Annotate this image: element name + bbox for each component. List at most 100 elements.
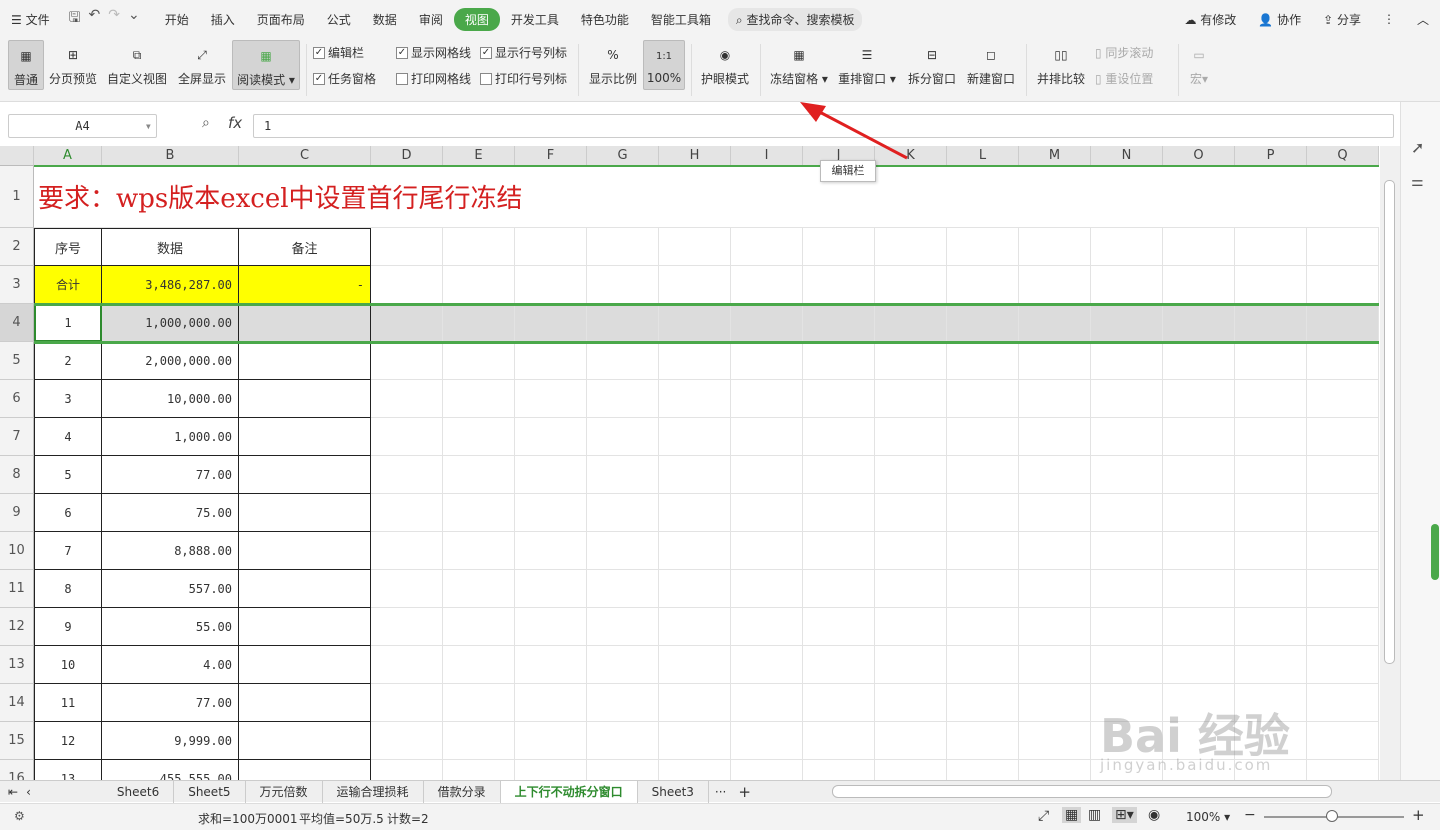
data-value-cell[interactable]: 8,888.00 [102, 532, 239, 570]
cell[interactable] [371, 304, 443, 342]
fullscreen-toggle-icon[interactable]: ⤢ [1038, 808, 1049, 824]
cell[interactable] [659, 266, 731, 304]
cell[interactable] [659, 760, 731, 780]
note-cell[interactable] [239, 418, 371, 456]
search-box[interactable]: ⌕ 查找命令、搜索模板 [727, 7, 863, 31]
cell[interactable] [515, 228, 587, 266]
new-window-button[interactable]: ◻ 新建窗口 [965, 40, 1017, 87]
data-value-cell[interactable]: 4.00 [102, 646, 239, 684]
cell[interactable] [1163, 380, 1235, 418]
cell[interactable] [1091, 570, 1163, 608]
column-header[interactable]: E [443, 146, 515, 166]
cell[interactable] [947, 418, 1019, 456]
cell[interactable] [587, 532, 659, 570]
cell[interactable] [803, 228, 875, 266]
column-header[interactable]: A [34, 146, 102, 166]
cell[interactable] [443, 380, 515, 418]
cell[interactable] [731, 456, 803, 494]
cell[interactable] [1307, 722, 1379, 760]
cell[interactable] [1019, 342, 1091, 380]
column-header[interactable]: H [659, 146, 731, 166]
cell[interactable] [1091, 760, 1163, 780]
cell[interactable] [1019, 228, 1091, 266]
dropdown-icon[interactable]: ⌄ [128, 7, 140, 31]
cell[interactable] [1091, 342, 1163, 380]
cell[interactable] [731, 684, 803, 722]
column-header[interactable]: P [1235, 146, 1307, 166]
cell[interactable] [659, 646, 731, 684]
cell[interactable] [875, 456, 947, 494]
cell[interactable] [371, 722, 443, 760]
cell[interactable] [947, 494, 1019, 532]
cell[interactable] [659, 380, 731, 418]
data-value-cell[interactable]: 77.00 [102, 684, 239, 722]
cell[interactable] [1019, 570, 1091, 608]
cell[interactable] [443, 342, 515, 380]
cell[interactable] [587, 760, 659, 780]
cell[interactable] [947, 342, 1019, 380]
fx-button[interactable]: fx [228, 114, 242, 132]
row-header[interactable]: 9 [0, 494, 34, 532]
task-pane-checkbox[interactable]: ✓ 任务窗格 [313, 70, 376, 87]
cell[interactable] [1307, 418, 1379, 456]
row-number-cell[interactable]: 11 [34, 684, 102, 722]
zoom-out-button[interactable]: − [1244, 807, 1256, 823]
cell[interactable] [587, 266, 659, 304]
cell[interactable] [875, 760, 947, 780]
note-cell[interactable] [239, 722, 371, 760]
note-cell[interactable] [239, 494, 371, 532]
cell[interactable] [1307, 342, 1379, 380]
column-header[interactable]: D [371, 146, 443, 166]
sheet-tab[interactable]: 上下行不动拆分窗口 [500, 780, 638, 803]
macro-button[interactable]: ▭ 宏▾ [1184, 40, 1214, 87]
first-sheet-icon[interactable]: ⇤ [0, 781, 26, 803]
sheet-tab[interactable]: 万元倍数 [246, 780, 323, 803]
total-cell[interactable]: - [239, 266, 371, 304]
more-tabs-icon[interactable]: ··· [709, 781, 732, 803]
cell[interactable] [371, 532, 443, 570]
cell[interactable] [1091, 608, 1163, 646]
menu-tab-4[interactable]: 公式 [316, 11, 362, 28]
row-number-cell[interactable]: 13 [34, 760, 102, 780]
menu-tab-10[interactable]: 智能工具箱 [640, 11, 722, 28]
cell[interactable] [875, 266, 947, 304]
cell[interactable] [1163, 228, 1235, 266]
cell[interactable] [587, 418, 659, 456]
cell[interactable] [731, 266, 803, 304]
zoom-in-button[interactable]: + [1412, 806, 1425, 824]
cell[interactable] [1019, 646, 1091, 684]
select-all-corner[interactable] [0, 146, 34, 166]
cell[interactable] [1235, 646, 1307, 684]
row-header[interactable]: 16 [0, 760, 34, 780]
cell[interactable] [443, 456, 515, 494]
cell[interactable] [1235, 456, 1307, 494]
pointer-icon[interactable]: ➚ [1411, 138, 1424, 157]
cell[interactable] [1307, 304, 1379, 342]
cell[interactable] [947, 266, 1019, 304]
total-cell[interactable]: 合计 [34, 266, 102, 304]
cell[interactable] [1019, 418, 1091, 456]
row-header[interactable]: 8 [0, 456, 34, 494]
cell[interactable] [803, 456, 875, 494]
cell[interactable] [1019, 684, 1091, 722]
cell[interactable] [443, 760, 515, 780]
column-header[interactable]: L [947, 146, 1019, 166]
cell[interactable] [947, 684, 1019, 722]
menu-tab-8[interactable]: 开发工具 [500, 11, 570, 28]
cell[interactable] [1019, 760, 1091, 780]
cell[interactable] [515, 418, 587, 456]
row-number-cell[interactable]: 7 [34, 532, 102, 570]
add-sheet-icon[interactable]: + [732, 781, 757, 803]
row-number-cell[interactable]: 9 [34, 608, 102, 646]
note-cell[interactable] [239, 760, 371, 780]
column-header[interactable]: C [239, 146, 371, 166]
cell[interactable] [1307, 570, 1379, 608]
cell[interactable] [1235, 418, 1307, 456]
cell[interactable] [803, 494, 875, 532]
cell[interactable] [443, 304, 515, 342]
freeze-panes-button[interactable]: ▦ 冻结窗格 ▾ [768, 40, 830, 87]
cell[interactable] [659, 494, 731, 532]
sheet-tab[interactable]: Sheet5 [174, 780, 246, 803]
spreadsheet-grid[interactable]: A B C D E F G H I J K L M N O P Q 1 2 3 4 5 6 7 8 9 10 11 12 13 14 15 16… [0, 146, 1380, 780]
row-number-cell[interactable]: 3 [34, 380, 102, 418]
